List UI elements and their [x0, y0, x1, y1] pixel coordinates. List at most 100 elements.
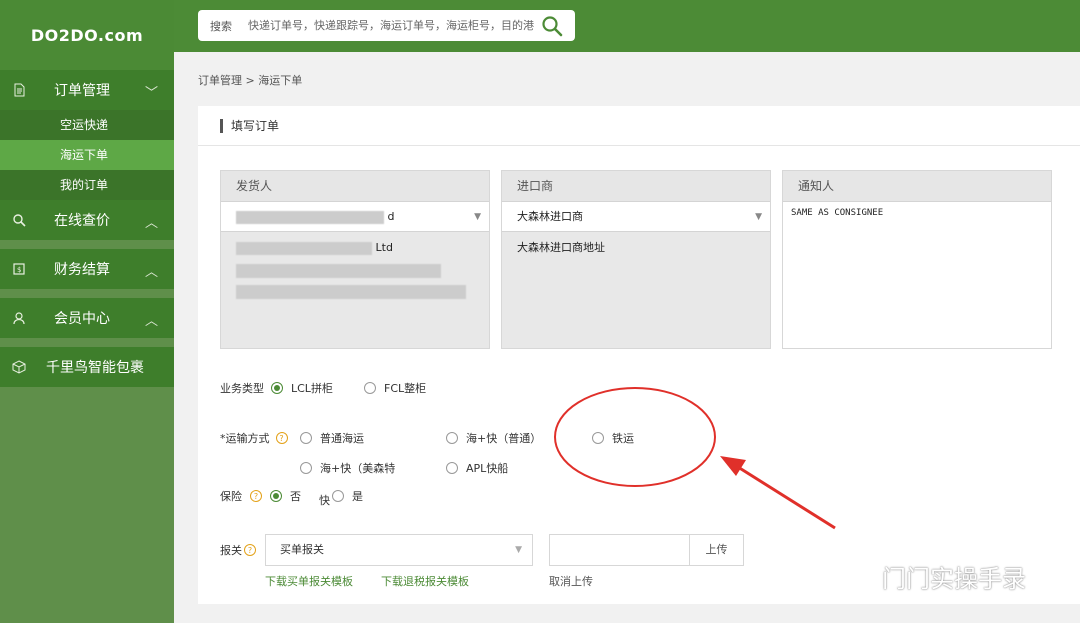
- notify-header: 通知人: [783, 171, 1051, 202]
- top-bar: 搜索: [174, 0, 1080, 52]
- download-purchase-template-link[interactable]: 下载买单报关模板: [265, 573, 353, 589]
- nav-submenu: 空运快递 海运下单 我的订单: [0, 110, 174, 200]
- transport-label-row: *运输方式 ?: [220, 430, 288, 446]
- notify-box: 通知人 SAME AS CONSIGNEE: [782, 170, 1052, 349]
- radio-label: 是: [352, 490, 363, 503]
- radio-label: 普通海运: [320, 432, 364, 445]
- sidebar: DO2DO.com 订单管理 ﹀ 空运快递 海运下单 我的订单 在线查价 ︿ $…: [0, 0, 174, 623]
- wechat-icon: [835, 563, 870, 590]
- nav-group-order-management: 订单管理 ﹀ 空运快递 海运下单 我的订单: [0, 70, 174, 200]
- title-bar: [220, 118, 223, 133]
- radio-label: 海+快（美森特: [320, 462, 396, 475]
- nav-order-management[interactable]: 订单管理 ﹀: [0, 70, 174, 110]
- upload-file-field[interactable]: [549, 534, 690, 566]
- document-icon: [8, 83, 30, 97]
- blurred-address: [236, 285, 474, 306]
- nav-label: 会员中心: [54, 311, 110, 327]
- customs-select[interactable]: 买单报关 ▼: [265, 534, 533, 566]
- radio-icon: [271, 382, 283, 394]
- radio-icon: [300, 462, 312, 474]
- sidebar-item-my-orders[interactable]: 我的订单: [0, 170, 174, 200]
- panel-title: 填写订单: [198, 106, 1080, 146]
- radio-lcl[interactable]: LCL拼柜: [271, 380, 333, 396]
- help-icon[interactable]: ?: [275, 432, 288, 444]
- shipper-address: Ltd: [221, 232, 489, 312]
- radio-normal-sea[interactable]: 普通海运: [300, 430, 364, 446]
- nav-label: 财务结算: [54, 262, 110, 278]
- importer-select[interactable]: 大森林进口商 ▼: [502, 202, 770, 232]
- help-icon[interactable]: ?: [244, 544, 256, 556]
- watermark: 门门实操手录: [834, 559, 1026, 594]
- search-icon[interactable]: [541, 15, 563, 37]
- transport-label: *运输方式: [220, 432, 270, 445]
- blurred-text: [236, 241, 372, 255]
- dropdown-caret-icon: ▼: [474, 212, 481, 222]
- shipper-address-line: Ltd: [236, 238, 474, 258]
- radio-label: 否: [290, 490, 301, 503]
- shipper-header: 发货人: [221, 171, 489, 202]
- upload-button[interactable]: 上传: [689, 534, 744, 566]
- insurance-fast-text: 快: [319, 494, 330, 507]
- sidebar-item-air-express[interactable]: 空运快递: [0, 110, 174, 140]
- search-icon: [8, 213, 30, 227]
- nav-smart-package[interactable]: 千里鸟智能包裹: [0, 347, 174, 387]
- nav-member-center[interactable]: 会员中心 ︿: [0, 298, 174, 338]
- breadcrumb: 订单管理 > 海运下单: [198, 74, 303, 87]
- page-title: 填写订单: [231, 119, 280, 133]
- radio-label: 海+快（普通）: [466, 432, 542, 445]
- sidebar-item-sea-order[interactable]: 海运下单: [0, 140, 174, 170]
- customs-row: 报关 ?: [220, 542, 256, 558]
- package-icon: [8, 360, 30, 374]
- radio-icon: [332, 490, 344, 502]
- blurred-text: [236, 210, 384, 224]
- svg-text:$: $: [17, 266, 21, 274]
- cancel-upload-link[interactable]: 取消上传: [549, 573, 593, 589]
- search-input[interactable]: [248, 19, 534, 32]
- help-icon[interactable]: ?: [250, 490, 262, 502]
- shipper-select[interactable]: d ▼: [221, 202, 489, 232]
- radio-insurance-no[interactable]: 否: [270, 488, 301, 504]
- radio-label: 铁运: [612, 432, 634, 445]
- order-form-panel: 填写订单 发货人 d ▼ Ltd 进口商 大森林进口商 ▼ 大森林进口商地址 通…: [198, 106, 1080, 604]
- importer-address: 大森林进口商地址: [517, 241, 605, 254]
- business-type-label: 业务类型: [220, 382, 264, 395]
- shipper-select-value: d: [387, 210, 395, 223]
- importer-box: 进口商 大森林进口商 ▼ 大森林进口商地址: [501, 170, 771, 349]
- nav-label: 订单管理: [54, 83, 110, 99]
- radio-icon: [270, 490, 282, 502]
- notify-textarea[interactable]: SAME AS CONSIGNEE: [783, 202, 1051, 224]
- dropdown-caret-icon: ▼: [755, 212, 762, 222]
- radio-sea-express[interactable]: 海+快（普通）: [446, 430, 541, 446]
- nav-label: 在线查价: [54, 213, 110, 229]
- radio-fcl[interactable]: FCL整柜: [364, 380, 426, 396]
- radio-icon: [300, 432, 312, 444]
- radio-icon: [446, 432, 458, 444]
- shipper-box: 发货人 d ▼ Ltd: [220, 170, 490, 349]
- nav-finance[interactable]: $ 财务结算 ︿: [0, 249, 174, 289]
- radio-icon: [446, 462, 458, 474]
- radio-sea-matson[interactable]: 海+快（美森特: [300, 460, 395, 476]
- blurred-address: [236, 264, 474, 285]
- download-refund-template-link[interactable]: 下载退税报关模板: [381, 573, 469, 589]
- finance-icon: $: [8, 262, 30, 276]
- search-label: 搜索: [210, 19, 232, 33]
- logo[interactable]: DO2DO.com: [0, 0, 174, 70]
- customs-label: 报关: [220, 544, 242, 557]
- chevron-up-icon: ︿: [144, 216, 158, 231]
- importer-select-value: 大森林进口商: [517, 210, 583, 223]
- dropdown-caret-icon: ▼: [515, 545, 522, 555]
- chevron-down-icon: ﹀: [144, 86, 158, 101]
- chevron-up-icon: ︿: [144, 314, 158, 329]
- radio-label: FCL整柜: [384, 382, 427, 395]
- nav-online-quote[interactable]: 在线查价 ︿: [0, 200, 174, 240]
- radio-insurance-yes[interactable]: 是: [332, 488, 363, 504]
- radio-icon: [364, 382, 376, 394]
- insurance-row: 保险 ?: [220, 488, 262, 504]
- search-box: 搜索: [198, 10, 575, 41]
- radio-rail[interactable]: 铁运: [592, 430, 634, 446]
- radio-apl[interactable]: APL快船: [446, 460, 508, 476]
- radio-label: LCL拼柜: [291, 382, 333, 395]
- radio-label: APL快船: [466, 462, 509, 475]
- nav-label: 千里鸟智能包裹: [46, 360, 144, 376]
- chevron-up-icon: ︿: [144, 265, 158, 280]
